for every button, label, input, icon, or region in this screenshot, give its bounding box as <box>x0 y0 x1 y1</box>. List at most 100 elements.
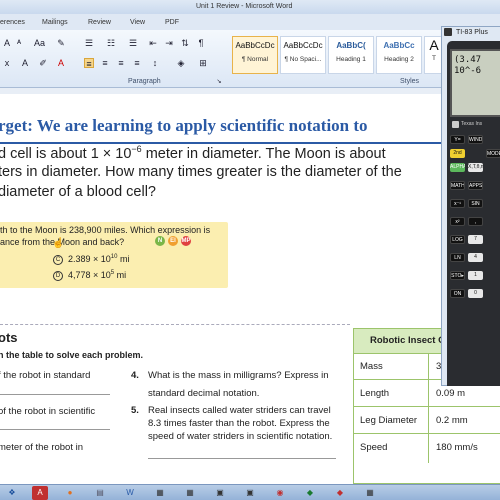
key-mode[interactable]: MODE <box>486 149 500 158</box>
multilevel-list-icon[interactable]: ☰ <box>128 38 138 48</box>
explorer-taskbar-icon[interactable]: ▤ <box>92 486 108 500</box>
sort-icon[interactable]: ⇅ <box>180 38 190 48</box>
key-alpha[interactable]: ALPHA <box>450 163 465 172</box>
paragraph-group-label: Paragraph <box>128 78 161 85</box>
text-effects-icon[interactable]: A <box>20 58 30 68</box>
key-2nd[interactable]: 2nd <box>450 149 465 158</box>
paragraph-launcher-icon[interactable]: ↘ <box>214 77 224 87</box>
key-ln[interactable]: LN <box>450 253 465 262</box>
calculator-window[interactable]: TI-83 Plus (3.47 10^-6 Texas Ins Y= WIND… <box>441 26 500 386</box>
style-name: Heading 1 <box>336 56 366 63</box>
shading-icon[interactable]: ◈ <box>176 58 186 68</box>
word-title-bar[interactable]: Unit 1 Review - Microsoft Word <box>0 0 500 14</box>
ti-logo-icon <box>452 121 459 128</box>
key-4[interactable]: 4 <box>468 253 483 262</box>
choice-d-unit: mi <box>114 270 127 280</box>
choice-c[interactable]: C 2.389 × 1010 mi <box>53 254 129 265</box>
key-log[interactable]: LOG <box>450 235 465 244</box>
align-right-icon[interactable]: ≡ <box>116 58 126 68</box>
mc-question-line-1: th to the Moon is 238,900 miles. Which e… <box>0 225 211 235</box>
key-sin[interactable]: SIN <box>468 199 483 208</box>
key-y-equals[interactable]: Y= <box>450 135 465 144</box>
tab-pdf[interactable]: PDF <box>165 19 179 26</box>
key-0[interactable]: 0 <box>468 289 483 298</box>
choice-c-text: 2.389 × 10 <box>68 254 111 264</box>
firefox-taskbar-icon[interactable]: ● <box>62 486 78 500</box>
app-taskbar-icon[interactable]: ▣ <box>212 486 228 500</box>
decrease-indent-icon[interactable]: ⇤ <box>148 38 158 48</box>
clear-format-icon[interactable]: ✎ <box>56 38 66 48</box>
strikethrough-icon[interactable]: x <box>2 58 12 68</box>
line-spacing-icon[interactable]: ↕ <box>150 58 160 68</box>
choice-d-letter: D <box>53 270 63 281</box>
style-heading-1[interactable]: AaBbC( Heading 1 <box>328 36 374 74</box>
key-on[interactable]: ON <box>450 289 465 298</box>
tab-review[interactable]: Review <box>88 19 111 26</box>
key-comma[interactable]: , <box>468 217 483 226</box>
answer-line[interactable] <box>0 429 110 430</box>
document-page[interactable]: rget: We are learning to apply scientifi… <box>0 94 500 484</box>
answer-line[interactable] <box>148 458 336 459</box>
key-1[interactable]: 1 <box>468 271 483 280</box>
style-name: Heading 2 <box>384 56 414 63</box>
show-formatting-icon[interactable]: ¶ <box>196 38 206 48</box>
borders-icon[interactable]: ⊞ <box>198 58 208 68</box>
table-row-value: 0.2 mm <box>436 415 468 426</box>
tab-references[interactable]: erences <box>0 19 25 26</box>
style-heading-2[interactable]: AaBbCc Heading 2 <box>376 36 422 74</box>
increase-indent-icon[interactable]: ⇥ <box>164 38 174 48</box>
style-sample: AaBbCc <box>383 41 415 50</box>
start-button-icon[interactable]: ❖ <box>4 486 20 500</box>
calculator-window-title: TI-83 Plus <box>456 29 488 36</box>
table-row-value: 0.09 m <box>436 388 466 399</box>
change-case-icon[interactable]: Aa <box>34 38 45 48</box>
tab-mailings[interactable]: Mailings <box>42 19 68 26</box>
key-xt-theta-n[interactable]: X,T,θ,n <box>468 163 483 172</box>
key-square[interactable]: x² <box>450 217 465 226</box>
choice-c-unit: mi <box>117 254 130 264</box>
item-5-line-2: 8.3 times faster than the robot. Express… <box>148 418 330 429</box>
bullets-icon[interactable]: ☰ <box>84 38 94 48</box>
grow-font-icon[interactable]: A <box>2 38 12 48</box>
section-title: ots <box>0 330 18 345</box>
align-left-icon[interactable]: ≡ <box>84 58 94 69</box>
app-taskbar-icon[interactable]: ▦ <box>362 486 378 500</box>
app-taskbar-icon[interactable]: ◆ <box>302 486 318 500</box>
key-apps[interactable]: APPS <box>468 181 483 190</box>
calculator-title-bar[interactable]: TI-83 Plus <box>442 27 500 39</box>
app-taskbar-icon[interactable]: ◉ <box>272 486 288 500</box>
align-center-icon[interactable]: ≡ <box>100 58 110 68</box>
choice-d-text: 4,778 × 10 <box>68 270 111 280</box>
learning-target-banner: rget: We are learning to apply scientifi… <box>0 104 500 144</box>
acrobat-taskbar-icon[interactable]: A <box>32 486 48 500</box>
app-taskbar-icon[interactable]: ▣ <box>242 486 258 500</box>
style-no-spacing[interactable]: AaBbCcDc ¶ No Spaci... <box>280 36 326 74</box>
justify-icon[interactable]: ≡ <box>132 58 142 68</box>
screen-line-1: (3.47 <box>454 55 482 65</box>
section-divider <box>0 324 350 325</box>
answer-line[interactable] <box>0 394 110 395</box>
item-2-text: of the robot in scientific <box>0 406 96 417</box>
highlight-icon[interactable]: ✐ <box>38 58 48 68</box>
section-instructions: n the table to solve each problem. <box>0 350 144 360</box>
window-title: Unit 1 Review - Microsoft Word <box>196 3 293 10</box>
question-1-line-1: d cell is about 1 × 10−6 meter in diamet… <box>0 144 386 162</box>
app-taskbar-icon[interactable]: ◆ <box>332 486 348 500</box>
calculator-taskbar-icon[interactable]: ▦ <box>152 486 168 500</box>
app-taskbar-icon[interactable]: ▦ <box>182 486 198 500</box>
key-math[interactable]: MATH <box>450 181 465 190</box>
style-sample: AaBbCcDc <box>283 41 323 50</box>
numbering-icon[interactable]: ☷ <box>106 38 116 48</box>
key-7[interactable]: 7 <box>468 235 483 244</box>
calculator-body: (3.47 10^-6 Texas Ins Y= WINDOW MODE ALP… <box>447 41 500 386</box>
key-window[interactable]: WINDOW <box>468 135 483 144</box>
word-taskbar-icon[interactable]: W <box>122 486 138 500</box>
style-normal[interactable]: AaBbCcDc ¶ Normal <box>232 36 278 74</box>
key-inverse[interactable]: x⁻¹ <box>450 199 465 208</box>
shrink-font-icon[interactable]: ᴬ <box>14 38 24 48</box>
tab-view[interactable]: View <box>130 19 145 26</box>
font-color-icon[interactable]: A <box>56 58 66 68</box>
table-column-rule <box>428 353 429 463</box>
key-store[interactable]: STO▸ <box>450 271 465 280</box>
choice-d[interactable]: D 4,778 × 105 mi <box>53 270 126 281</box>
